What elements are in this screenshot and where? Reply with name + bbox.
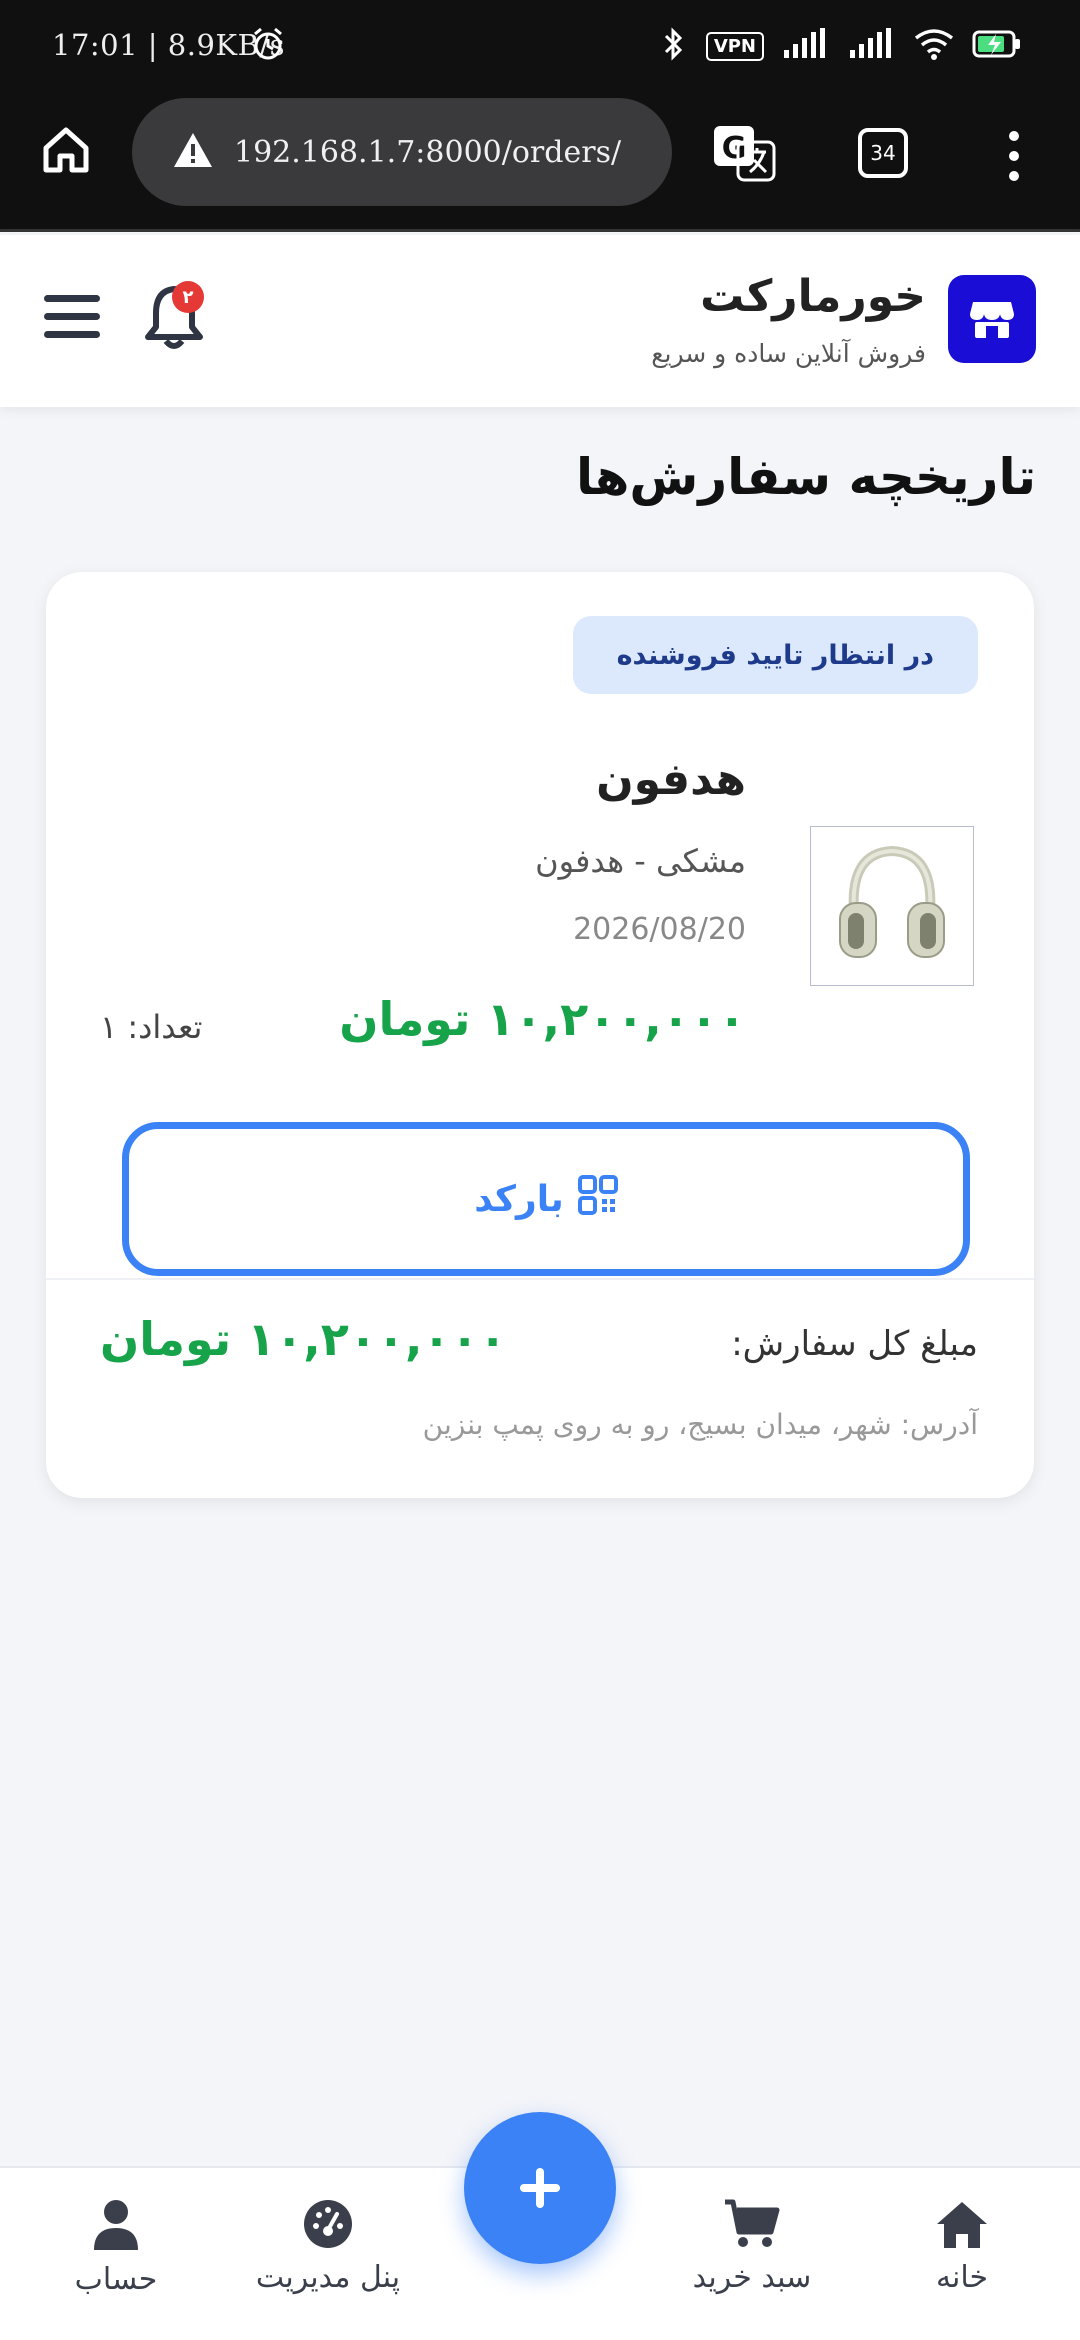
nav-cart[interactable]: سبد خرید [652, 2198, 852, 2295]
brand-name[interactable]: خورمارکت [700, 271, 926, 322]
nav-admin-panel-label: پنل مدیریت [255, 2260, 401, 2295]
order-total-value: ۱۰,۲۰۰,۰۰۰ تومان [100, 1312, 507, 1366]
battery-icon [972, 29, 1022, 63]
brand-tagline: فروش آنلاین ساده و سریع [651, 339, 926, 368]
home-icon [937, 2202, 987, 2248]
plus-icon [520, 2168, 560, 2208]
headphones-icon [839, 845, 945, 958]
order-card: در انتظار تایید فروشنده هدفون مشکی - هدف… [46, 572, 1034, 1498]
order-date: 2026/08/20 [573, 912, 746, 947]
card-divider [46, 1278, 1034, 1280]
dashboard-gauge-icon [304, 2200, 352, 2248]
tab-count: 34 [870, 141, 896, 165]
nav-account[interactable]: حساب [16, 2198, 216, 2297]
notification-count-badge: ۲ [172, 281, 204, 313]
svg-text:G: G [722, 131, 747, 166]
nav-cart-label: سبد خرید [692, 2260, 812, 2295]
nav-account-label: حساب [74, 2262, 158, 2297]
app-header: خورمارکت فروش آنلاین ساده و سریع ۲ [0, 235, 1080, 407]
menu-hamburger-icon[interactable] [42, 291, 102, 343]
nav-admin-panel[interactable]: پنل مدیریت [228, 2198, 428, 2295]
order-total-label: مبلغ کل سفارش: [731, 1324, 978, 1364]
qr-code-icon [577, 1174, 618, 1224]
warning-icon[interactable] [172, 131, 214, 173]
signal-icon [782, 28, 830, 64]
barcode-button[interactable]: بارکد [122, 1122, 970, 1276]
product-quantity: تعداد: ۱ [100, 1008, 203, 1046]
wifi-icon [914, 28, 954, 64]
tab-switcher-button[interactable]: 34 [858, 128, 908, 178]
order-status-badge: در انتظار تایید فروشنده [572, 616, 978, 694]
store-logo-icon[interactable] [948, 275, 1036, 363]
signal-icon-2 [848, 28, 896, 64]
browser-toolbar: 192.168.1.7:8000/orders/ G 34 [0, 92, 1080, 232]
translate-icon[interactable]: G [712, 124, 776, 182]
address-bar[interactable]: 192.168.1.7:8000/orders/ [132, 98, 672, 206]
more-menu-icon[interactable] [1000, 128, 1028, 184]
alarm-icon [250, 26, 286, 66]
product-variant: مشکی - هدفون [535, 842, 746, 880]
nav-home-label: خانه [935, 2260, 989, 2295]
product-name[interactable]: هدفون [596, 754, 746, 805]
shipping-address: آدرس: شهر، میدان بسیج، رو به روی پمپ بنز… [422, 1408, 978, 1441]
product-image[interactable] [810, 826, 974, 986]
url-text[interactable]: 192.168.1.7:8000/orders/ [234, 135, 621, 170]
barcode-button-label: بارکد [474, 1178, 564, 1220]
product-price: ۱۰,۲۰۰,۰۰۰ تومان [339, 992, 746, 1046]
nav-home[interactable]: خانه [862, 2198, 1062, 2295]
add-button[interactable] [464, 2112, 616, 2264]
cart-icon [725, 2199, 780, 2247]
user-icon [94, 2200, 138, 2250]
vpn-badge: VPN [705, 31, 764, 61]
status-bar: 17:01 | 8.9KB/s VPN [0, 0, 1080, 92]
browser-home-icon[interactable] [38, 122, 94, 178]
bluetooth-icon [658, 26, 688, 66]
page-title: تاریخچه سفارش‌ها [575, 448, 1036, 506]
clock-text: 17:01 [52, 28, 139, 62]
